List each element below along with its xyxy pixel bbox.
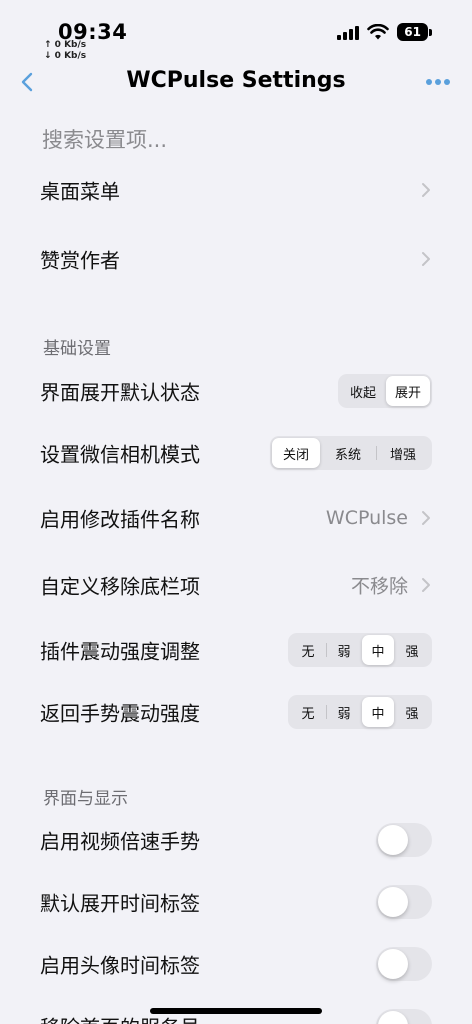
toggle-knob xyxy=(378,949,408,979)
row-label: 启用视频倍速手势 xyxy=(40,829,200,854)
battery-icon: 61 xyxy=(397,23,432,41)
row-label: 桌面菜单 xyxy=(40,179,120,204)
row-label: 设置微信相机模式 xyxy=(40,442,200,467)
segment-enhanced[interactable]: 增强 xyxy=(376,438,430,468)
video-speed-gesture-toggle[interactable] xyxy=(376,823,432,857)
segment-none[interactable]: 无 xyxy=(290,635,326,665)
row-value: WCPulse xyxy=(325,507,408,529)
setting-rename-plugin[interactable]: 启用修改插件名称 WCPulse xyxy=(0,490,472,546)
setting-back-vibration: 返回手势震动强度 无 弱 中 强 xyxy=(0,684,472,740)
row-label: 插件震动强度调整 xyxy=(40,639,200,664)
setting-expand-default: 界面展开默认状态 收起 展开 xyxy=(0,363,472,419)
segment-weak[interactable]: 弱 xyxy=(326,697,362,727)
setting-remove-tabbar[interactable]: 自定义移除底栏项 不移除 xyxy=(0,557,472,613)
segment-strong[interactable]: 强 xyxy=(394,635,430,665)
more-dot-icon xyxy=(435,79,441,85)
row-label: 自定义移除底栏项 xyxy=(40,574,200,599)
setting-video-speed-gesture: 启用视频倍速手势 xyxy=(0,812,472,868)
setting-camera-mode: 设置微信相机模式 关闭 系统 增强 xyxy=(0,425,472,481)
remove-service-accounts-toggle[interactable] xyxy=(376,1009,432,1024)
section-header-basic: 基础设置 xyxy=(43,339,111,359)
expand-default-segmented: 收起 展开 xyxy=(338,374,432,408)
row-label: 启用修改插件名称 xyxy=(40,507,200,532)
net-download: ↓ 0 Kb/s xyxy=(44,51,87,61)
row-label: 默认展开时间标签 xyxy=(40,891,200,916)
search-input[interactable] xyxy=(42,124,422,156)
segment-system[interactable]: 系统 xyxy=(320,438,376,468)
segment-none[interactable]: 无 xyxy=(290,697,326,727)
more-dot-icon xyxy=(444,79,450,85)
row-label: 返回手势震动强度 xyxy=(40,701,200,726)
back-vibration-segmented: 无 弱 中 强 xyxy=(288,695,432,729)
toggle-knob xyxy=(378,887,408,917)
more-button[interactable] xyxy=(424,72,452,92)
more-dot-icon xyxy=(426,79,432,85)
setting-plugin-vibration: 插件震动强度调整 无 弱 中 强 xyxy=(0,622,472,678)
toggle-knob xyxy=(378,825,408,855)
avatar-time-tag-toggle[interactable] xyxy=(376,947,432,981)
wifi-icon xyxy=(367,24,390,40)
segment-medium[interactable]: 中 xyxy=(362,697,394,727)
navigation-bar: WCPulse Settings xyxy=(0,62,472,102)
chevron-right-icon xyxy=(422,252,430,266)
plugin-vibration-segmented: 无 弱 中 强 xyxy=(288,633,432,667)
segment-expand[interactable]: 展开 xyxy=(386,376,430,406)
chevron-right-icon xyxy=(422,183,430,197)
menu-item-desktop-menu[interactable]: 桌面菜单 xyxy=(0,162,472,218)
page-title: WCPulse Settings xyxy=(126,68,346,93)
expand-time-tag-toggle[interactable] xyxy=(376,885,432,919)
setting-avatar-time-tag: 启用头像时间标签 xyxy=(0,936,472,992)
row-label: 赞赏作者 xyxy=(40,248,120,273)
settings-screen: 09:34 ↑ 0 Kb/s ↓ 0 Kb/s 61 WCPulse Setti… xyxy=(0,0,472,1024)
setting-expand-time-tag: 默认展开时间标签 xyxy=(0,874,472,930)
section-header-display: 界面与显示 xyxy=(43,789,128,809)
row-label: 界面展开默认状态 xyxy=(40,380,200,405)
net-upload: ↑ 0 Kb/s xyxy=(44,40,87,50)
chevron-right-icon xyxy=(422,578,430,592)
row-label: 启用头像时间标签 xyxy=(40,953,200,978)
chevron-right-icon xyxy=(422,511,430,525)
battery-level: 61 xyxy=(397,23,428,41)
segment-weak[interactable]: 弱 xyxy=(326,635,362,665)
network-speed: ↑ 0 Kb/s ↓ 0 Kb/s xyxy=(44,40,86,62)
cellular-signal-icon xyxy=(337,24,360,40)
segment-off[interactable]: 关闭 xyxy=(272,438,320,468)
home-indicator[interactable] xyxy=(150,1008,322,1014)
segment-collapse[interactable]: 收起 xyxy=(340,376,386,406)
menu-item-donate[interactable]: 赞赏作者 xyxy=(0,231,472,287)
segment-medium[interactable]: 中 xyxy=(362,635,394,665)
toggle-knob xyxy=(378,1011,408,1024)
status-indicators: 61 xyxy=(337,20,432,44)
row-value: 不移除 xyxy=(350,575,408,598)
camera-mode-segmented: 关闭 系统 增强 xyxy=(270,436,432,470)
segment-strong[interactable]: 强 xyxy=(394,697,430,727)
